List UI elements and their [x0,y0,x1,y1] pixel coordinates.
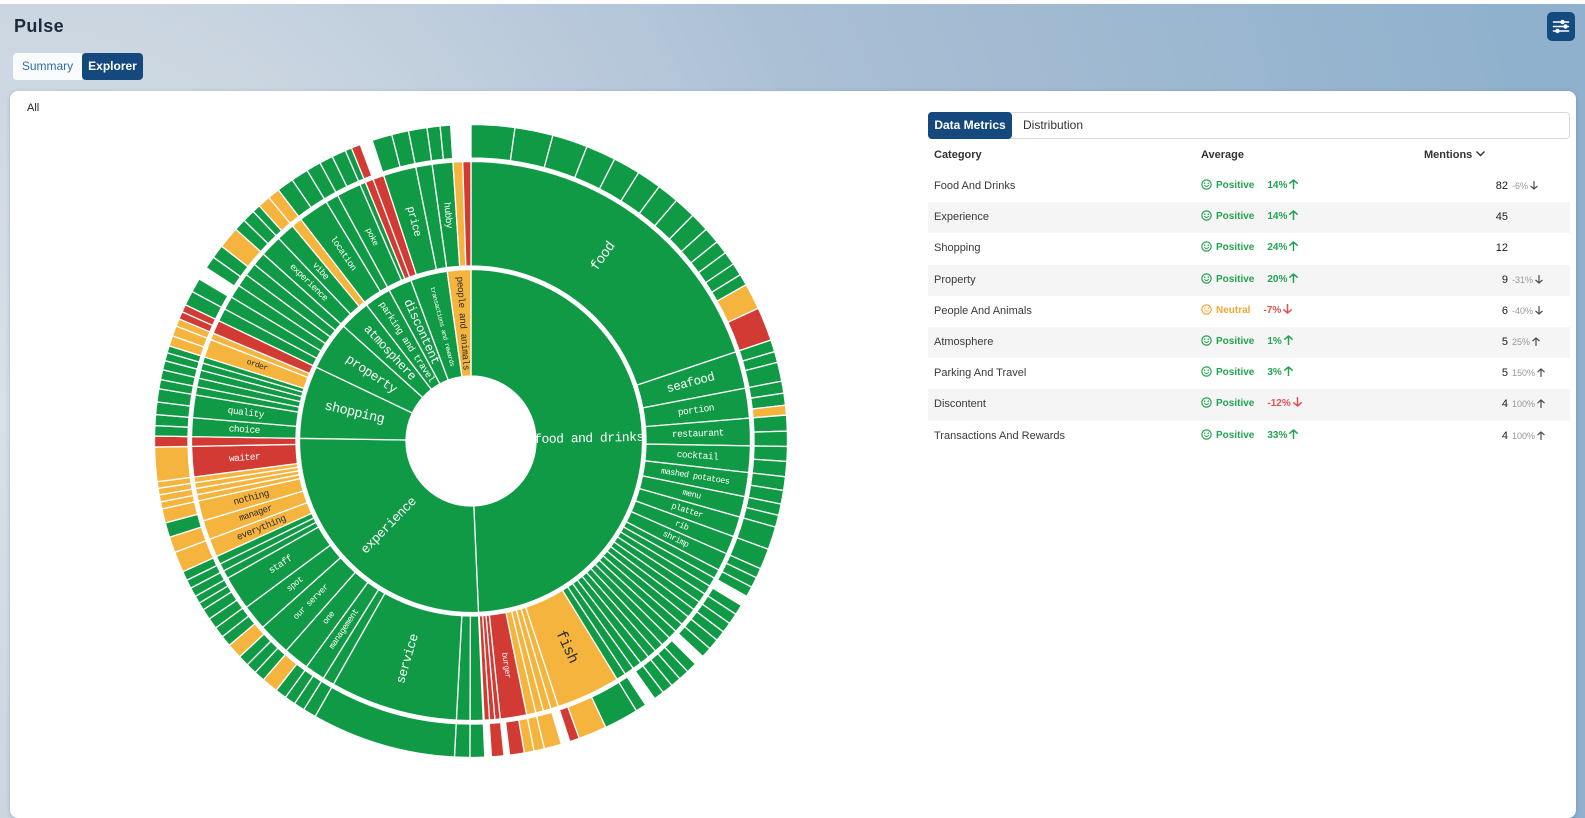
svg-text:waiter: waiter [229,451,261,464]
svg-text:restaurant: restaurant [672,427,724,440]
svg-text:food and drinks: food and drinks [534,430,644,447]
svg-text:choice: choice [228,423,261,436]
